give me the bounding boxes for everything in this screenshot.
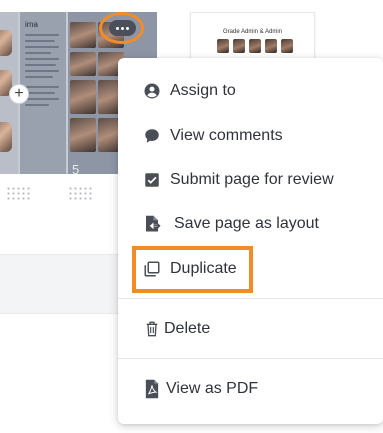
text-line [25, 46, 59, 48]
menu-item-delete[interactable]: Delete [118, 308, 383, 350]
mini-portrait [233, 39, 245, 53]
text-line [25, 76, 53, 78]
file-export-icon [142, 214, 162, 234]
menu-item-save-as-layout[interactable]: Save page as layout [118, 203, 383, 245]
account-circle-icon [142, 81, 162, 101]
menu-item-assign-to[interactable]: Assign to [118, 70, 383, 112]
thumbnail-title: Grade Admin & Admin [222, 29, 283, 35]
comment-bubble-icon [142, 126, 162, 146]
checkbox-icon [142, 170, 162, 190]
dot [126, 26, 129, 30]
text-line [25, 98, 59, 100]
page-canvas: ima 5 + Grade Admin & Admin Assign to Vi… [0, 0, 383, 433]
trash-icon [142, 319, 162, 339]
grid-photo [70, 22, 96, 48]
menu-item-label: Submit page for review [170, 171, 334, 188]
grid-photo [70, 118, 96, 152]
plus-icon: + [14, 85, 24, 102]
menu-item-label: View comments [170, 127, 283, 144]
menu-separator [118, 358, 383, 359]
more-options-button[interactable] [109, 20, 136, 36]
menu-item-view-as-pdf[interactable]: View as PDF [118, 368, 383, 410]
text-line [25, 92, 55, 94]
grid-photo [70, 80, 96, 114]
page-number: 5 [72, 162, 80, 174]
text-line [25, 64, 56, 66]
menu-item-label: Save page as layout [174, 215, 319, 232]
drag-handle[interactable] [6, 186, 30, 202]
text-line [25, 34, 59, 36]
text-line [25, 86, 59, 88]
text-line [25, 58, 59, 60]
drag-handle[interactable] [68, 186, 92, 202]
menu-item-label: Assign to [170, 82, 236, 99]
portrait-photo [0, 30, 12, 56]
menu-separator [118, 298, 383, 299]
portrait-photo [0, 122, 12, 152]
dot [121, 26, 124, 30]
pdf-file-icon [142, 379, 162, 399]
grid-photo [70, 52, 96, 76]
menu-item-label: Delete [164, 320, 211, 337]
mini-portrait [265, 39, 277, 53]
menu-item-submit-for-review[interactable]: Submit page for review [118, 159, 383, 201]
mini-portrait [281, 39, 293, 53]
add-page-button[interactable]: + [9, 84, 29, 104]
menu-item-label: View as PDF [166, 380, 259, 397]
page-context-menu: Assign to View comments Submit page for … [118, 58, 383, 424]
text-line [25, 52, 51, 54]
mini-portrait [217, 39, 229, 53]
duplicate-highlight-box [132, 246, 253, 293]
text-column-title: ima [25, 20, 38, 29]
mini-portrait [249, 39, 261, 53]
text-line [25, 40, 55, 42]
text-line [25, 70, 59, 72]
dot [116, 26, 119, 30]
menu-item-view-comments[interactable]: View comments [118, 115, 383, 157]
text-line [25, 104, 49, 106]
